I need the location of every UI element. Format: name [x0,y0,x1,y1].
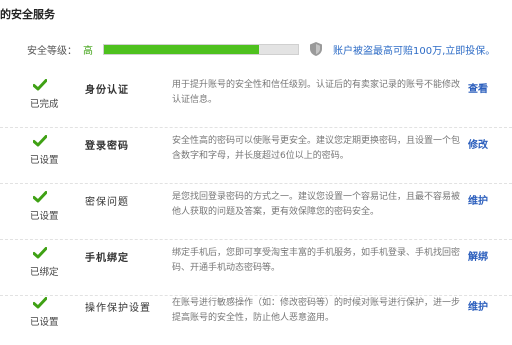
check-icon [33,297,47,309]
page-title: 的安全服务 [0,8,55,21]
security-level-bar-fill [104,45,260,54]
item-name: 身份认证 [85,85,129,96]
list-item: 已设置 操作保护设置 在账号进行敏感操作（如：修改密码等）的时候对账号进行保护，… [0,289,512,345]
check-icon [33,79,47,91]
item-status: 已完成 [30,99,59,110]
view-button[interactable]: 查看 [468,80,488,95]
insurance-link[interactable]: 账户被盗最高可赔100万,立即投保。 [333,42,495,57]
list-item: 已绑定 手机绑定 绑定手机后，您即可享受淘宝丰富的手机服务，如手机登录、手机找回… [0,239,512,296]
security-level-row: 安全等级： 高 账户被盗最高可赔100万,立即投保。 [0,39,512,59]
maintain-button[interactable]: 维护 [468,298,488,313]
item-description: 安全性高的密码可以使账号更安全。建议您定期更换密码，且设置一个包含数字和字母，并… [172,136,461,161]
shield-icon [310,42,322,56]
item-name: 操作保护设置 [85,303,151,314]
item-status: 已绑定 [30,267,59,278]
item-name: 手机绑定 [85,253,129,264]
security-level-value: 高 [83,46,93,57]
unbind-button[interactable]: 解绑 [468,248,488,263]
item-description: 用于提升账号的安全性和信任级别。认证后的有卖家记录的账号不能修改认证信息。 [172,80,461,105]
item-description: 绑定手机后，您即可享受淘宝丰富的手机服务，如手机登录、手机找回密码、开通手机动态… [172,248,461,273]
item-status: 已设置 [30,317,59,328]
security-level-label: 安全等级： [27,46,77,57]
maintain-button[interactable]: 维护 [468,192,488,207]
check-icon [33,191,47,203]
item-description: 在账号进行敏感操作（如：修改密码等）的时候对账号进行保护，进一步提高账号的安全性… [172,298,461,323]
list-item: 已设置 密保问题 是您找回登录密码的方式之一。建议您设置一个容易记住，且最不容易… [0,183,512,240]
security-level-bar [103,44,299,55]
item-status: 已设置 [30,155,59,166]
item-status: 已设置 [30,211,59,222]
modify-button[interactable]: 修改 [468,136,488,151]
check-icon [33,247,47,259]
check-icon [33,135,47,147]
list-item: 已设置 登录密码 安全性高的密码可以使账号更安全。建议您定期更换密码，且设置一个… [0,127,512,184]
item-name: 密保问题 [85,197,129,208]
list-item: 已完成 身份认证 用于提升账号的安全性和信任级别。认证后的有卖家记录的账号不能修… [0,71,512,128]
item-name: 登录密码 [85,141,129,152]
item-description: 是您找回登录密码的方式之一。建议您设置一个容易记住，且最不容易被他人获取的问题及… [172,192,461,217]
